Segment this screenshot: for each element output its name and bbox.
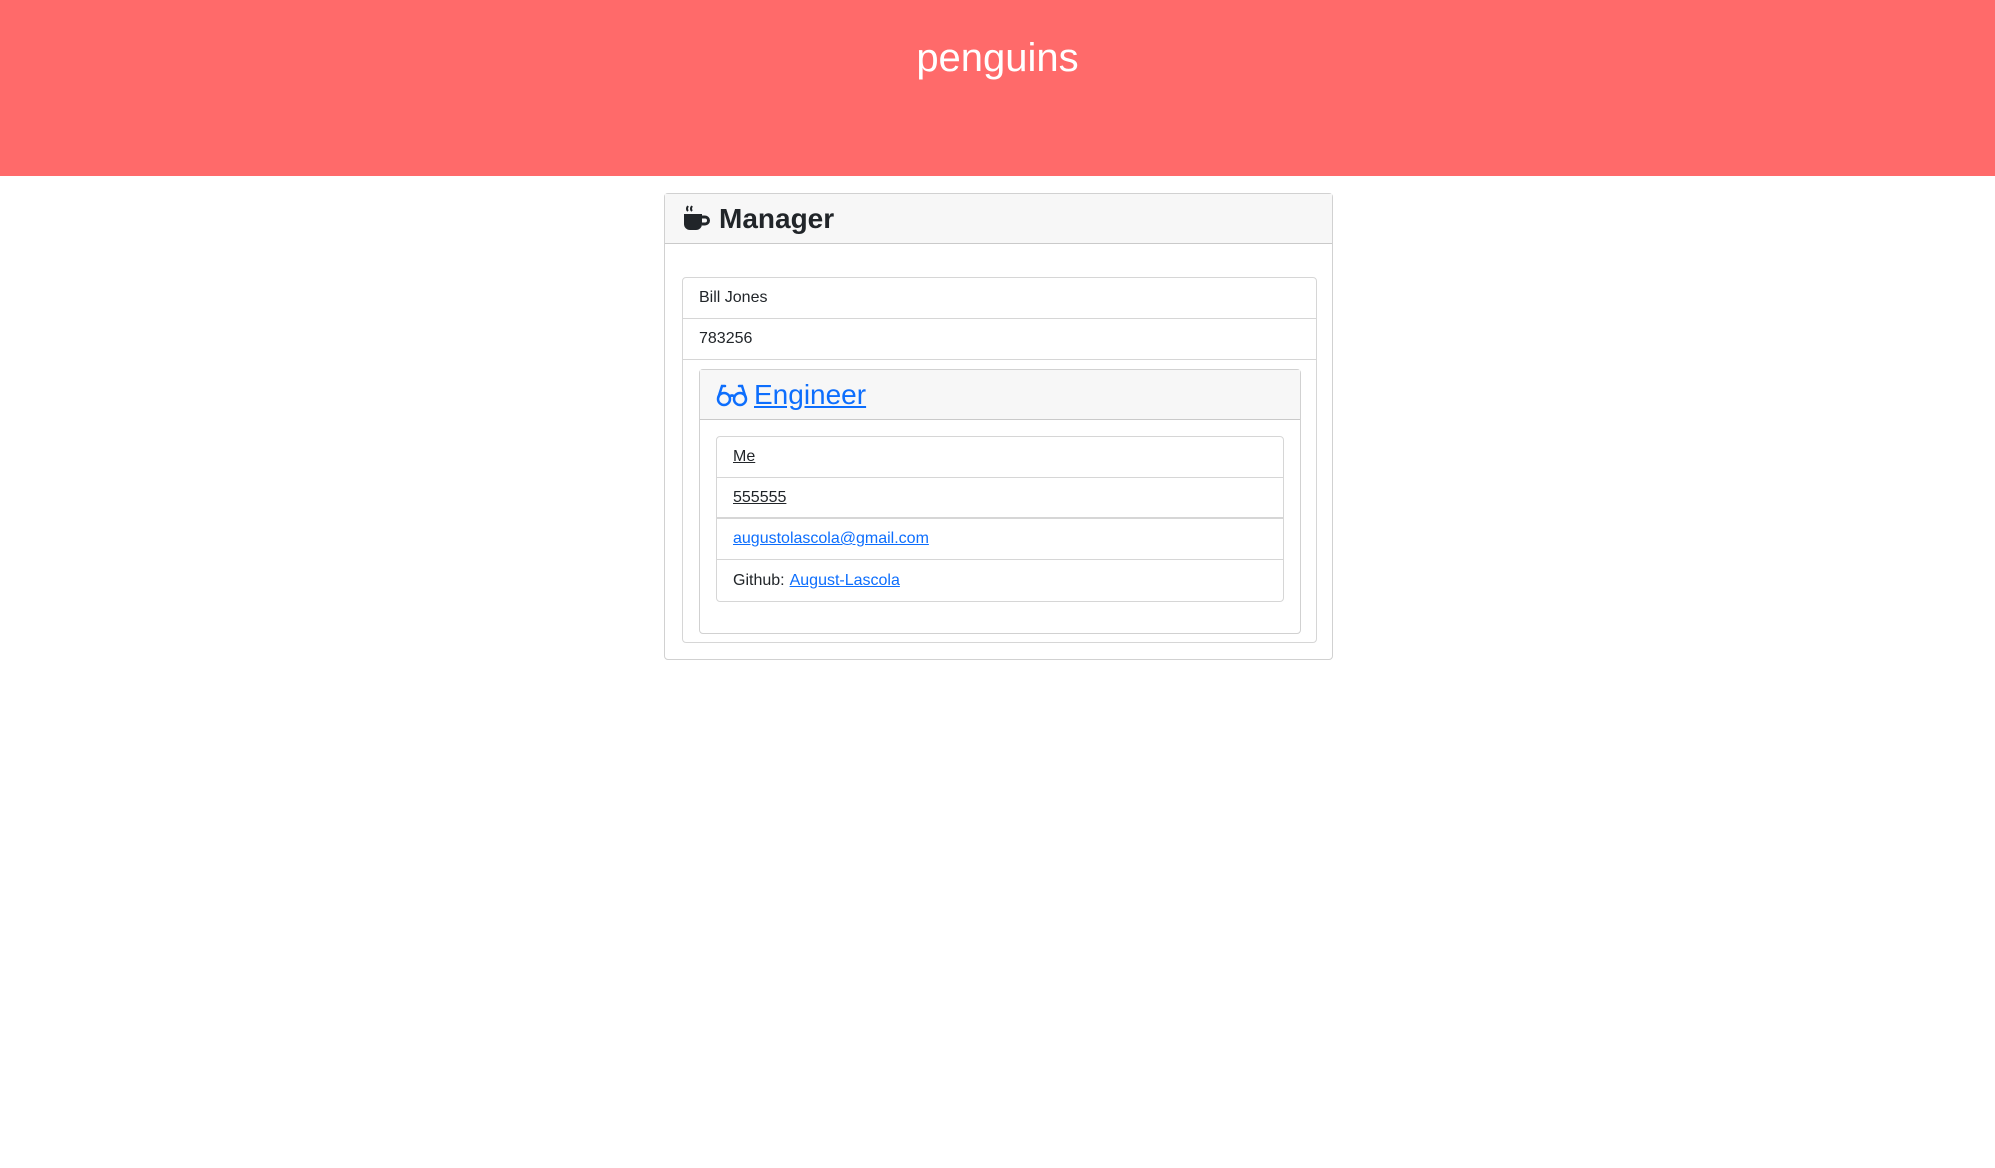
github-label: Github: [733, 571, 785, 589]
github-link[interactable]: August-Lascola [790, 572, 900, 590]
manager-card-header: Manager [665, 194, 1332, 244]
manager-name: Bill Jones [699, 289, 768, 306]
engineer-details-list: Me 555555 augustolascola@gmail.com Githu… [716, 436, 1284, 602]
engineer-github-item: Github: August-Lascola [717, 560, 1283, 601]
manager-id-item: 783256 [683, 319, 1316, 360]
engineer-card-header[interactable]: Engineer [700, 370, 1300, 420]
manager-id: 783256 [699, 330, 753, 347]
engineer-id-link[interactable]: 555555 [733, 489, 786, 507]
engineer-name-link[interactable]: Me [733, 448, 755, 466]
engineer-card: Engineer Me 555555 augustolascola@gmail.… [699, 369, 1301, 634]
manager-details-list: Bill Jones 783256 Engineer Me 555555 aug… [682, 277, 1317, 643]
engineer-id-item: 555555 [717, 478, 1283, 519]
manager-name-item: Bill Jones [683, 278, 1316, 319]
manager-card: Manager Bill Jones 783256 Engineer Me 55… [664, 193, 1333, 660]
engineer-role-link[interactable]: Engineer [754, 379, 866, 411]
glasses-icon [716, 383, 748, 407]
page-header: penguins [0, 0, 1995, 176]
manager-role-title: Manager [719, 202, 835, 234]
engineer-name-item: Me [717, 437, 1283, 478]
coffee-mug-icon [681, 204, 711, 234]
engineer-email-link[interactable]: augustolascola@gmail.com [733, 530, 929, 548]
page-title: penguins [916, 36, 1079, 80]
engineer-email-item: augustolascola@gmail.com [717, 519, 1283, 560]
